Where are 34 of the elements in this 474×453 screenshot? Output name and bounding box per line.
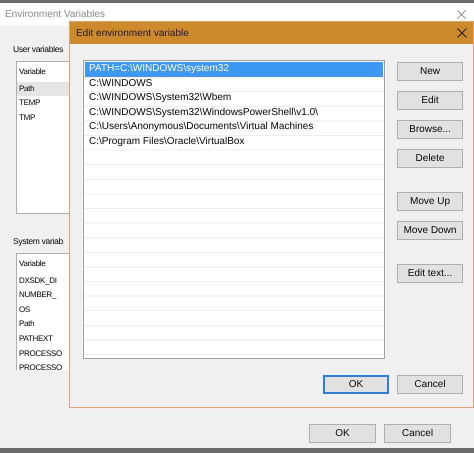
variable-row[interactable]: PROCESSO <box>17 346 69 362</box>
column-header: Variable <box>18 258 46 270</box>
side-button[interactable]: Edit <box>397 91 463 110</box>
group-label: System variab <box>12 235 64 248</box>
side-button[interactable]: Edit text... <box>397 264 463 283</box>
side-button[interactable]: New <box>397 62 463 81</box>
side-button[interactable]: Browse... <box>397 120 463 139</box>
path-entry[interactable]: C:\WINDOWS <box>85 76 383 92</box>
cancel-button[interactable]: Cancel <box>397 375 463 394</box>
variable-row[interactable]: DXSDK_DI <box>17 274 69 288</box>
window-title: Environment Variables <box>5 8 105 20</box>
side-button[interactable]: Move Up <box>397 192 463 211</box>
close-icon[interactable] <box>457 10 466 18</box>
path-entry[interactable]: C:\WINDOWS\System32\Wbem <box>85 91 383 106</box>
ok-button[interactable]: OK <box>309 424 376 443</box>
group-label: User variables <box>12 43 64 56</box>
path-entry[interactable]: C:\WINDOWS\System32\WindowsPowerShell\v1.0\ <box>85 106 383 120</box>
dialog-title: Edit environment variable <box>76 28 189 38</box>
variable-row[interactable]: NUMBER_ <box>17 288 69 303</box>
cancel-button[interactable]: Cancel <box>384 424 451 443</box>
variable-row[interactable]: PROCESSO <box>17 361 69 370</box>
variable-row[interactable]: TMP <box>17 110 69 126</box>
variable-row[interactable]: Path <box>17 82 69 96</box>
close-icon[interactable] <box>457 28 467 38</box>
variable-row[interactable]: TEMP <box>17 96 69 111</box>
side-button[interactable]: Delete <box>397 149 463 168</box>
ok-button[interactable]: OK <box>323 375 389 394</box>
variable-row[interactable]: PATHEXT <box>17 332 69 347</box>
path-entry[interactable]: C:\Users\Anonymous\Documents\Virtual Machines <box>85 120 383 135</box>
side-button[interactable]: Move Down <box>397 221 463 240</box>
variable-row[interactable]: OS <box>17 302 69 318</box>
variable-row[interactable]: Path <box>17 317 69 332</box>
path-entry[interactable]: C:\Program Files\Oracle\VirtualBox <box>85 134 383 150</box>
column-header: Variable <box>18 66 46 78</box>
